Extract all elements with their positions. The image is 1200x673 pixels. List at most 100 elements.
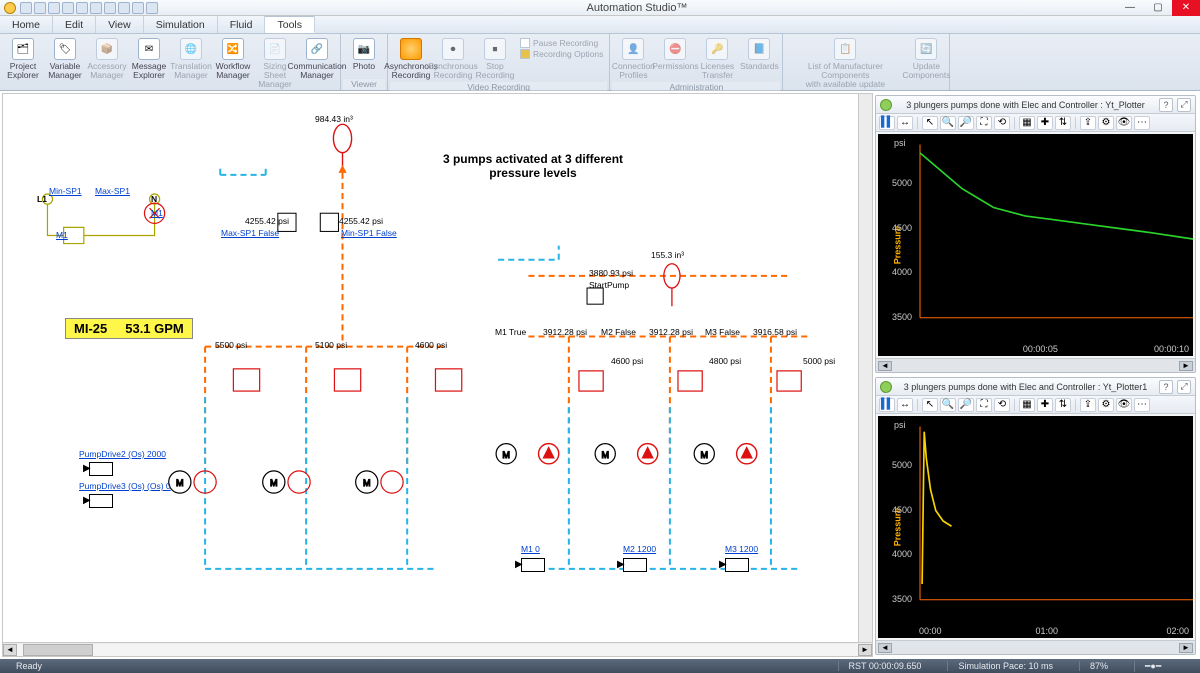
ctrl-block[interactable] — [89, 494, 113, 508]
status-zoom[interactable]: 87% — [1079, 661, 1118, 671]
help-icon[interactable]: ? — [1159, 98, 1173, 112]
minimize-button[interactable]: — — [1116, 0, 1144, 16]
help-icon[interactable]: ? — [1159, 380, 1173, 394]
play-icon[interactable] — [880, 381, 892, 393]
export-icon[interactable]: ⇪ — [1080, 398, 1096, 412]
tool-button[interactable]: ⇅ — [1055, 116, 1071, 130]
zoom-in-icon[interactable]: 🔍 — [940, 116, 956, 130]
tool-button[interactable]: ⇅ — [1055, 398, 1071, 412]
fit-icon[interactable]: ⛶ — [976, 398, 992, 412]
flow-m1[interactable]: M1 0 — [521, 544, 540, 554]
marker-icon[interactable]: ✚ — [1037, 398, 1053, 412]
link-max-sp1[interactable]: Max-SP1 — [95, 186, 130, 196]
link-min-sp1[interactable]: Min-SP1 — [49, 186, 82, 196]
connection-profiles-button[interactable]: 👤ConnectionProfiles — [612, 36, 654, 82]
qa-btn[interactable] — [104, 2, 116, 14]
pause-button[interactable]: ▍▍ — [879, 116, 895, 130]
pump-drive2[interactable]: PumpDrive2 (Os) 2000 — [79, 449, 166, 459]
settings-icon[interactable]: ⚙ — [1098, 398, 1114, 412]
ctrl-block[interactable] — [89, 462, 113, 476]
link-m1-tag[interactable]: M1 — [56, 230, 68, 240]
recording-options-button[interactable]: Recording Options — [520, 49, 603, 59]
scroll-thumb[interactable] — [23, 644, 93, 656]
qa-btn[interactable] — [90, 2, 102, 14]
pump-drive3[interactable]: PumpDrive3 (Os) (Os) 0 — [79, 481, 171, 491]
grid-icon[interactable]: ▦ — [1019, 398, 1035, 412]
tab-fluid[interactable]: Fluid — [218, 16, 266, 33]
qa-btn[interactable] — [132, 2, 144, 14]
fit-icon[interactable]: ⛶ — [976, 116, 992, 130]
workflow-manager-button[interactable]: 🔀WorkflowManager — [212, 36, 254, 82]
qa-btn[interactable] — [118, 2, 130, 14]
settings-icon[interactable]: ⚙ — [1098, 116, 1114, 130]
pause-button[interactable]: ▍▍ — [879, 398, 895, 412]
cursor-button[interactable]: ↖ — [922, 116, 938, 130]
canvas-horizontal-scrollbar[interactable]: ◄ ► — [3, 642, 872, 656]
play-icon[interactable] — [880, 99, 892, 111]
ctrl-block[interactable] — [521, 558, 545, 572]
scroll-right-icon[interactable]: ► — [1179, 361, 1193, 371]
project-explorer-button[interactable]: 🗂ProjectExplorer — [2, 36, 44, 82]
zoom-out-icon[interactable]: 🔎 — [958, 398, 974, 412]
translation-manager-button[interactable]: 🌐TranslationManager — [170, 36, 212, 82]
export-icon[interactable]: ⇪ — [1080, 116, 1096, 130]
tab-home[interactable]: Home — [0, 16, 53, 33]
diagram-canvas[interactable]: M M M — [2, 93, 873, 657]
stop-recording-button[interactable]: ⏹StopRecording — [474, 36, 516, 82]
communication-manager-button[interactable]: 🔗CommunicationManager — [296, 36, 338, 82]
accessory-manager-button[interactable]: 📦AccessoryManager — [86, 36, 128, 82]
grid-icon[interactable]: ▦ — [1019, 116, 1035, 130]
message-explorer-button[interactable]: ✉MessageExplorer — [128, 36, 170, 82]
tab-tools[interactable]: Tools — [265, 16, 315, 33]
close-button[interactable]: ✕ — [1172, 0, 1200, 16]
variable-manager-button[interactable]: 🏷VariableManager — [44, 36, 86, 82]
tab-view[interactable]: View — [96, 16, 144, 33]
qa-btn[interactable] — [34, 2, 46, 14]
flow-m3[interactable]: M3 1200 — [725, 544, 758, 554]
qa-btn[interactable] — [20, 2, 32, 14]
tab-edit[interactable]: Edit — [53, 16, 96, 33]
permissions-button[interactable]: ⛔Permissions — [654, 36, 696, 73]
sync-recording-button[interactable]: ⏺SynchronousRecording — [432, 36, 474, 82]
zoom-slider[interactable]: ━●━ — [1134, 661, 1194, 672]
scroll-left-icon[interactable]: ◄ — [878, 643, 892, 653]
maximize-button[interactable]: ▢ — [1144, 0, 1172, 16]
link-maxsp1-false[interactable]: Max-SP1 False — [221, 228, 279, 238]
tool-button[interactable]: ↔ — [897, 116, 913, 130]
reset-icon[interactable]: ⟲ — [994, 398, 1010, 412]
plotter2-chart[interactable]: Pressure psi 5000 4500 4000 3500 00:00 0… — [878, 416, 1193, 638]
plotter2-scrollbar[interactable]: ◄ ► — [876, 640, 1195, 654]
ctrl-block[interactable] — [725, 558, 749, 572]
update-components-button[interactable]: 🔄UpdateComponents — [905, 36, 947, 82]
cursor-button[interactable]: ↖ — [922, 398, 938, 412]
ctrl-block[interactable] — [623, 558, 647, 572]
licenses-transfer-button[interactable]: 🔑LicensesTransfer — [696, 36, 738, 82]
reset-icon[interactable]: ⟲ — [994, 116, 1010, 130]
link-minsp1-false[interactable]: Min-SP1 False — [341, 228, 397, 238]
link-m1[interactable]: M1 — [151, 208, 163, 218]
standards-button[interactable]: 📘Standards — [738, 36, 780, 73]
expand-icon[interactable]: ⤢ — [1177, 380, 1191, 394]
scroll-right-icon[interactable]: ► — [1179, 643, 1193, 653]
photo-button[interactable]: 📷Photo — [343, 36, 385, 73]
pause-recording-button[interactable]: Pause Recording — [520, 38, 603, 48]
zoom-out-icon[interactable]: 🔎 — [958, 116, 974, 130]
scroll-left-icon[interactable]: ◄ — [3, 644, 17, 656]
marker-icon[interactable]: ✚ — [1037, 116, 1053, 130]
canvas-vertical-scrollbar[interactable] — [858, 94, 872, 642]
plotter1-chart[interactable]: Pressure psi 5000 4500 4000 3500 00:00:0… — [878, 134, 1193, 356]
async-recording-button[interactable]: AsynchronousRecording — [390, 36, 432, 82]
flow-m2[interactable]: M2 1200 — [623, 544, 656, 554]
list-manufacturer-button[interactable]: 📋List of Manufacturer Componentswith ava… — [785, 36, 905, 91]
eye-icon[interactable]: 👁 — [1116, 398, 1132, 412]
zoom-in-icon[interactable]: 🔍 — [940, 398, 956, 412]
tool-button[interactable]: ↔ — [897, 398, 913, 412]
plotter1-scrollbar[interactable]: ◄ ► — [876, 358, 1195, 372]
qa-btn[interactable] — [146, 2, 158, 14]
expand-icon[interactable]: ⤢ — [1177, 98, 1191, 112]
scroll-left-icon[interactable]: ◄ — [878, 361, 892, 371]
eye-icon[interactable]: 👁 — [1116, 116, 1132, 130]
more-icon[interactable]: ⋯ — [1134, 398, 1150, 412]
qa-btn[interactable] — [62, 2, 74, 14]
scroll-right-icon[interactable]: ► — [858, 644, 872, 656]
